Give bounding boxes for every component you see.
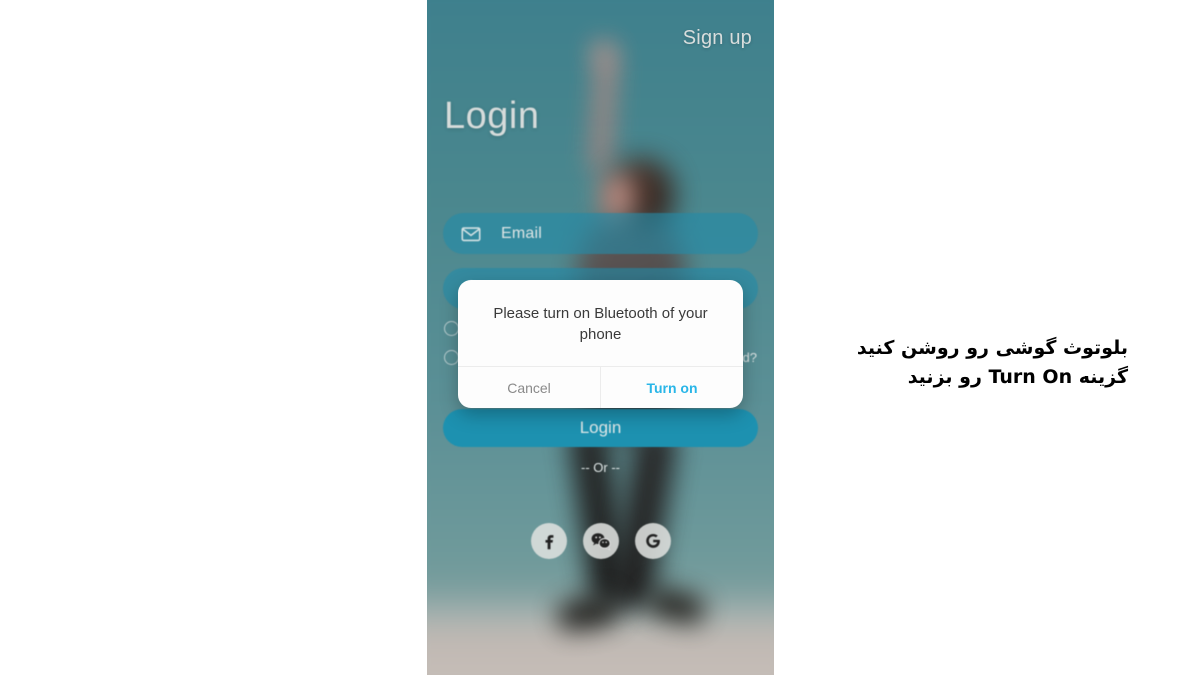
turn-on-button[interactable]: Turn on: [600, 367, 743, 409]
cancel-button[interactable]: Cancel: [458, 367, 600, 408]
email-field[interactable]: Email: [443, 213, 758, 254]
radio-icon[interactable]: [444, 350, 459, 365]
facebook-login-button[interactable]: [530, 523, 567, 559]
wechat-icon: [589, 529, 613, 553]
facebook-icon: [538, 530, 560, 552]
signup-link[interactable]: Sign up: [683, 27, 752, 50]
login-screen-ui: Sign up Login Email Password: [427, 0, 774, 675]
google-login-button[interactable]: [634, 523, 671, 559]
dialog-message: Please turn on Bluetooth of your phone: [493, 305, 708, 343]
dialog-actions: Cancel Turn on: [458, 366, 743, 409]
email-placeholder: Email: [501, 224, 543, 242]
annotation-line-2: گزینه Turn On رو بزنید: [907, 366, 1128, 389]
phone-screen: Sign up Login Email Password: [427, 0, 774, 675]
annotation-line-1: بلوتوث گوشی رو روشن کنید: [856, 337, 1128, 359]
bluetooth-dialog: Please turn on Bluetooth of your phone C…: [458, 280, 743, 409]
wechat-login-button[interactable]: [582, 523, 619, 559]
google-icon: [642, 530, 664, 552]
radio-icon[interactable]: [444, 321, 459, 336]
page-title: Login: [444, 95, 540, 137]
social-login-row: [427, 523, 774, 559]
annotation-text: بلوتوث گوشی رو روشن کنید گزینه Turn On ر…: [828, 334, 1128, 393]
envelope-icon: [460, 223, 482, 245]
or-divider: -- Or --: [581, 460, 620, 475]
login-button[interactable]: Login: [443, 409, 758, 447]
